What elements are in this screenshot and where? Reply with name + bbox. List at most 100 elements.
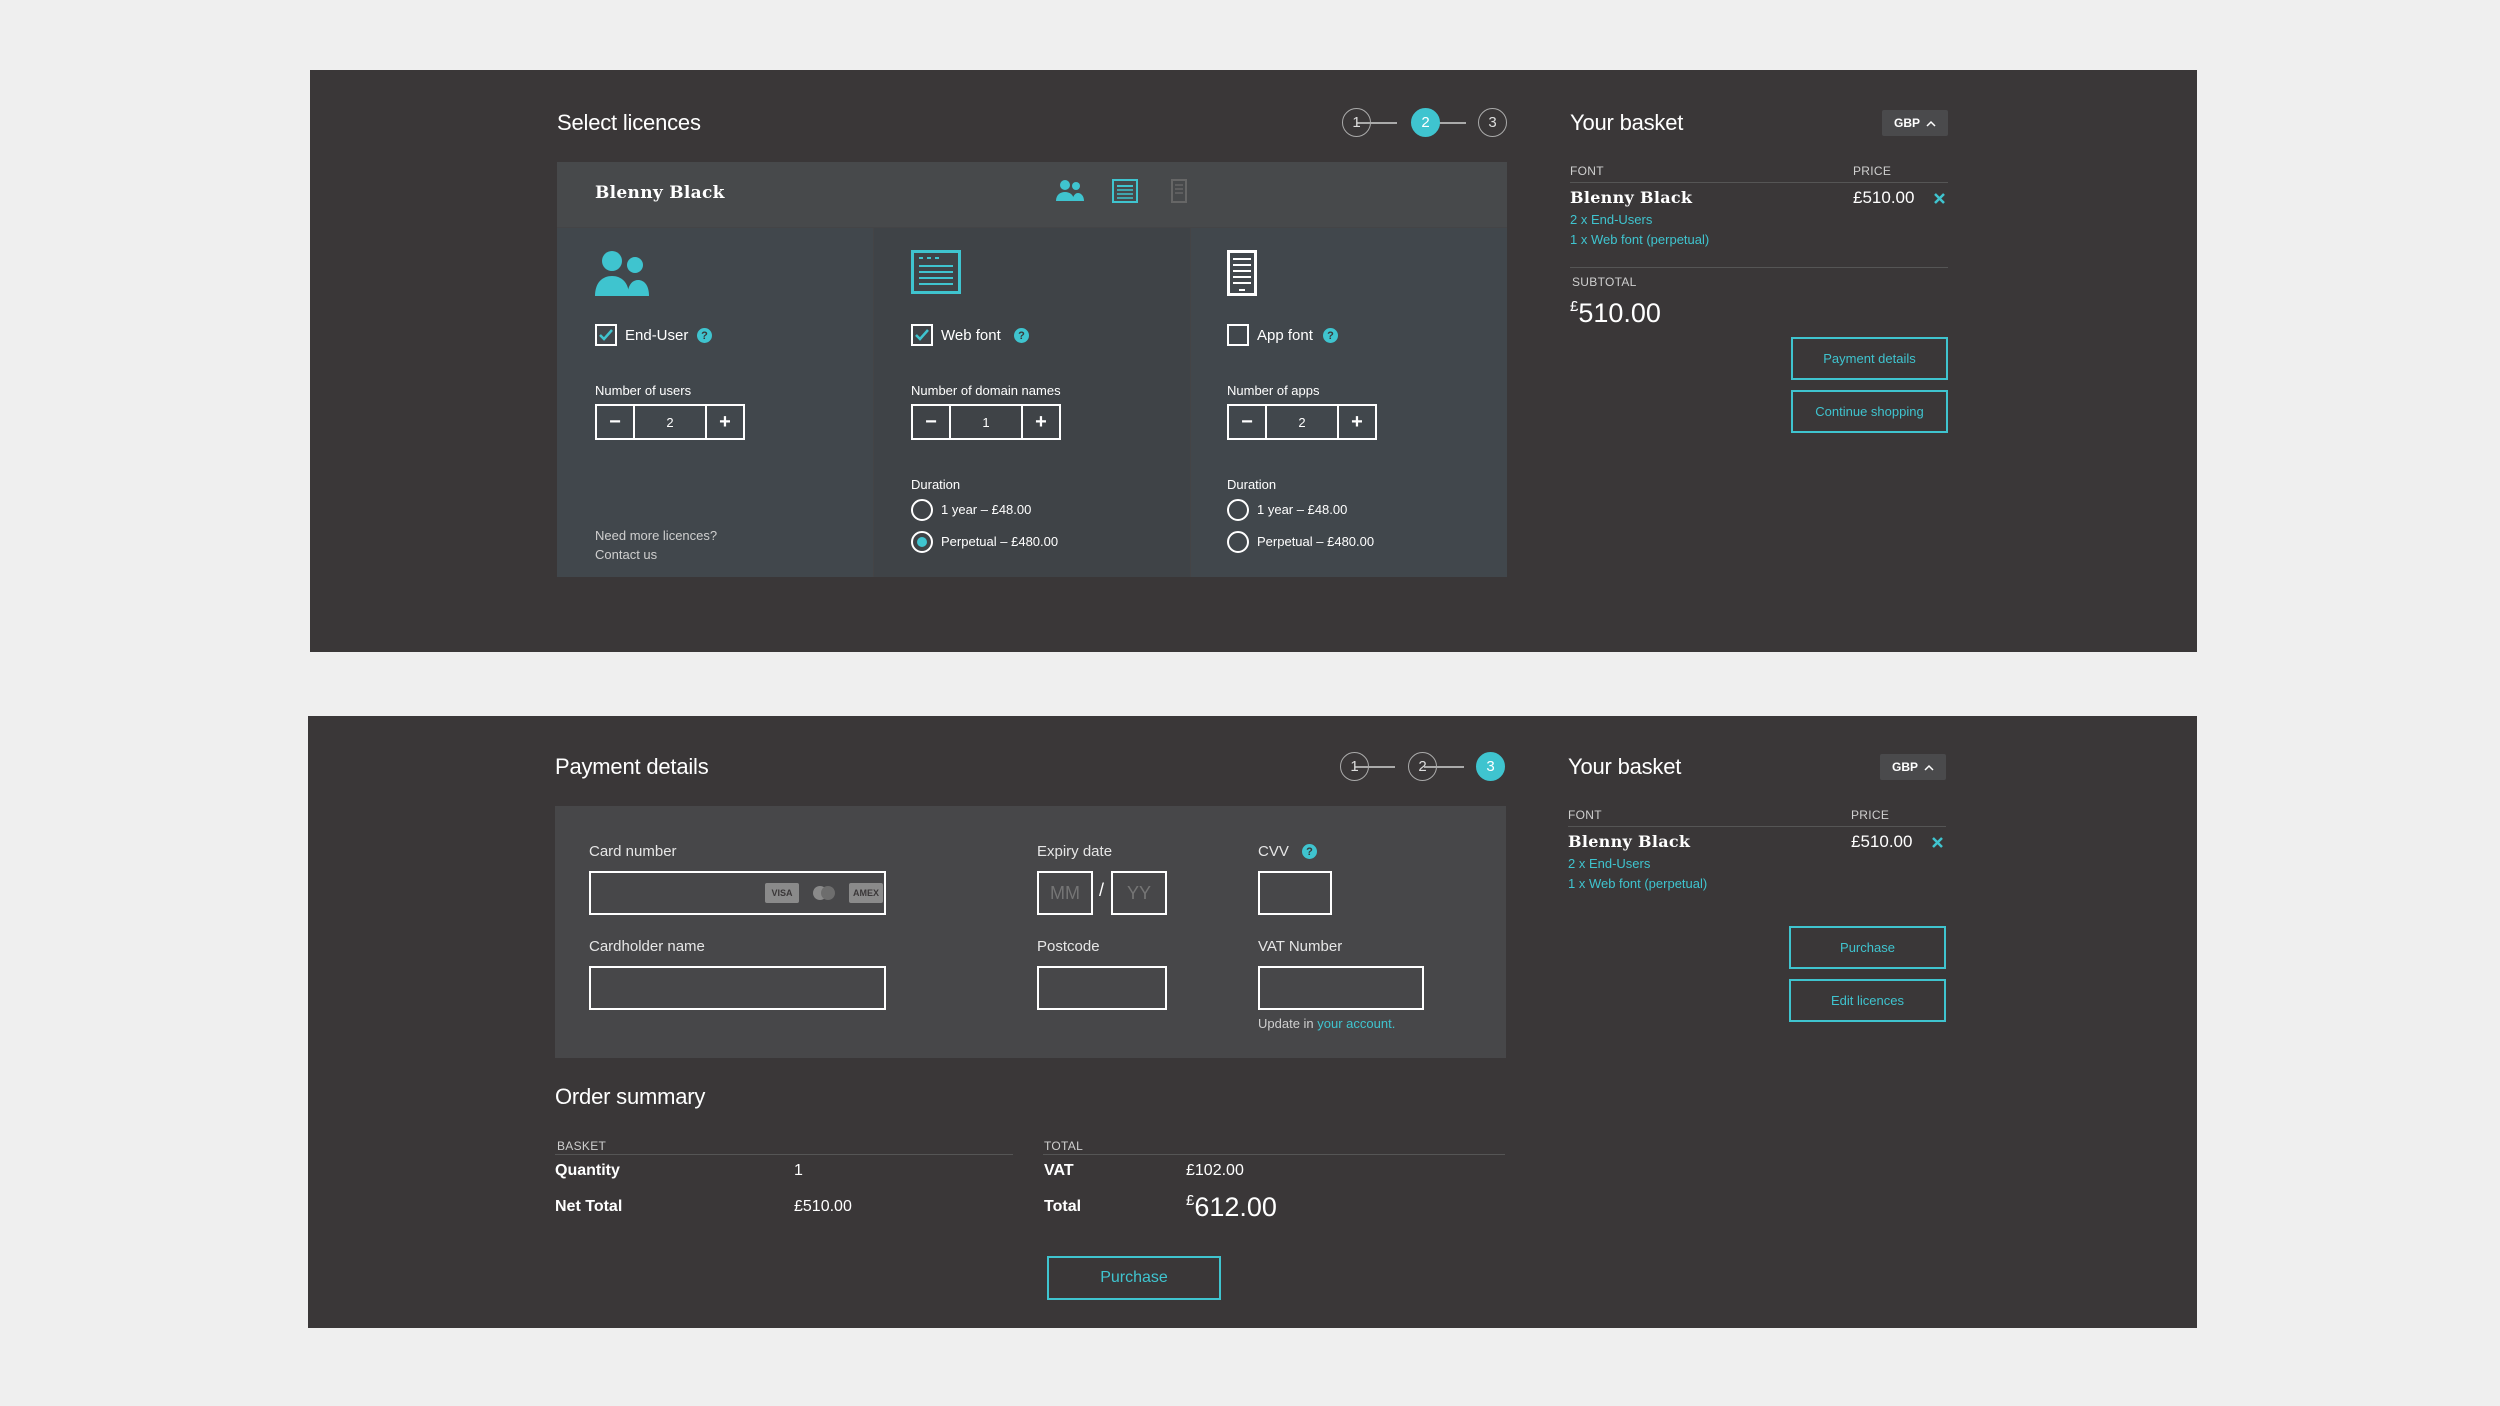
users-count[interactable]: 2 [633,406,707,438]
licence-header: Blenny Black [557,162,1507,227]
price-column-header: PRICE [1851,808,1890,822]
duration-perpetual-label: Perpetual – £480.00 [941,534,1059,549]
increment-button[interactable]: + [1339,406,1375,438]
amex-icon: AMEX [849,883,883,903]
end-user-label: End-User [625,327,689,344]
basket-title: Your basket [1568,754,1682,779]
step-2[interactable]: 2 [1408,752,1437,781]
duration-1-year-label: 1 year – £48.00 [1257,502,1348,517]
currency-selector[interactable]: GBP [1882,110,1948,136]
payment-details-panel: Payment details 1 2 3 Card number VISA A… [308,716,2197,1328]
total-column-label: TOTAL [1044,1139,1084,1153]
step-3[interactable]: 3 [1478,108,1507,137]
domains-quantity-stepper: − 1 + [911,404,1061,440]
duration-1-year-label: 1 year – £48.00 [941,502,1032,517]
basket-price: £510.00 [1853,188,1915,207]
currency-selector[interactable]: GBP [1880,754,1946,780]
duration-1-year-radio[interactable] [1227,499,1249,521]
total-amount: 612.00 [1194,1192,1277,1222]
cardholder-name-input[interactable] [589,966,886,1010]
expiry-month-input[interactable] [1037,871,1093,915]
font-column-header: FONT [1570,164,1604,178]
divider [1568,826,1946,827]
basket-title: Your basket [1570,110,1684,135]
duration-perpetual-radio[interactable] [1227,531,1249,553]
web-font-checkbox[interactable] [911,324,933,346]
cvv-input[interactable] [1258,871,1332,915]
app-font-label: App font [1257,327,1313,344]
step-3[interactable]: 3 [1476,752,1505,781]
app-font-checkbox[interactable] [1227,324,1249,346]
payment-details-button[interactable]: Payment details [1791,337,1948,380]
domains-count[interactable]: 1 [949,406,1023,438]
basket-font-name: Blenny Black [1568,832,1691,851]
licence-selector: Blenny Black End-User ? Number of users … [557,162,1507,577]
duration-label: Duration [1227,477,1277,492]
your-account-link[interactable]: your account. [1317,1016,1395,1031]
duration-label: Duration [911,477,961,492]
purchase-button[interactable]: Purchase [1047,1256,1221,1300]
price-column-header: PRICE [1853,164,1892,178]
duration-1-year-radio[interactable] [911,499,933,521]
webpage-icon[interactable] [1112,179,1138,203]
decrement-button[interactable]: − [913,406,949,438]
font-name: Blenny Black [595,183,725,203]
basket-price: £510.00 [1851,832,1913,851]
continue-shopping-button[interactable]: Continue shopping [1791,390,1948,433]
duration-perpetual-radio[interactable] [911,531,933,553]
help-icon[interactable]: ? [1014,328,1029,343]
expiry-date-label: Expiry date [1037,843,1113,860]
expiry-separator: / [1099,880,1105,900]
users-icon [595,251,649,296]
licence-column-app-font: App font ? Number of apps − 2 + Duration… [1191,228,1507,577]
basket-line-item: 1 x Web font (perpetual) [1570,232,1710,247]
number-of-apps-label: Number of apps [1227,383,1320,398]
basket-column-label: BASKET [557,1139,607,1153]
number-of-users-label: Number of users [595,383,692,398]
postcode-input[interactable] [1037,966,1167,1010]
total-value: £612.00 [1186,1192,1277,1223]
vat-hint-text: Update in [1258,1016,1318,1031]
vat-number-input[interactable] [1258,966,1424,1010]
increment-button[interactable]: + [1023,406,1059,438]
decrement-button[interactable]: − [597,406,633,438]
help-icon[interactable]: ? [697,328,712,343]
mobile-app-icon [1227,250,1257,296]
contact-us-link[interactable]: Contact us [595,547,657,562]
font-column-header: FONT [1568,808,1602,822]
number-of-domains-label: Number of domain names [911,383,1061,398]
subtotal-amount: 510.00 [1578,298,1661,328]
basket-font-name: Blenny Black [1570,188,1693,207]
remove-item-icon[interactable] [1931,836,1944,849]
end-user-checkbox[interactable] [595,324,617,346]
mobile-app-icon[interactable] [1171,179,1187,203]
edit-licences-button[interactable]: Edit licences [1789,979,1946,1022]
help-icon[interactable]: ? [1323,328,1338,343]
basket-line-item: 2 x End-Users [1568,856,1651,871]
net-total-label: Net Total [555,1198,623,1215]
cvv-label: CVV [1258,843,1289,860]
expiry-year-input[interactable] [1111,871,1167,915]
step-1[interactable]: 1 [1340,752,1369,781]
licence-column-end-user: End-User ? Number of users − 2 + Need mo… [557,228,873,577]
vat-hint: Update in your account. [1258,1016,1395,1031]
users-quantity-stepper: − 2 + [595,404,745,440]
purchase-button[interactable]: Purchase [1789,926,1946,969]
duration-perpetual-label: Perpetual – £480.00 [1257,534,1375,549]
remove-item-icon[interactable] [1933,192,1946,205]
page-title: Select licences [557,110,701,135]
step-1[interactable]: 1 [1342,108,1371,137]
increment-button[interactable]: + [707,406,743,438]
users-icon[interactable] [1056,179,1084,203]
step-2[interactable]: 2 [1411,108,1440,137]
currency-label: GBP [1891,760,1918,774]
help-icon[interactable]: ? [1302,844,1317,859]
divider [1570,182,1948,183]
cardholder-name-label: Cardholder name [589,938,705,955]
basket-line-item: 2 x End-Users [1570,212,1653,227]
currency-label: GBP [1893,116,1920,130]
decrement-button[interactable]: − [1229,406,1265,438]
vat-value: £102.00 [1186,1162,1244,1179]
webpage-icon [911,250,961,294]
apps-count[interactable]: 2 [1265,406,1339,438]
